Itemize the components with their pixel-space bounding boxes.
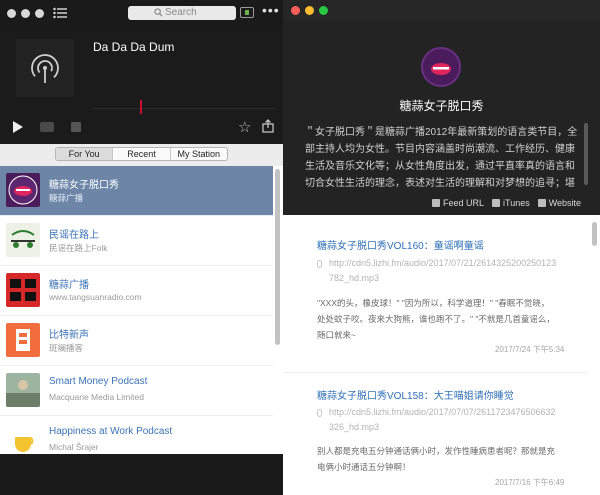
tab-for-you[interactable]: For You: [56, 148, 114, 160]
segmented-control: For You Recent My Station: [55, 147, 228, 161]
play-icon[interactable]: [12, 120, 24, 134]
detail-titlebar: [283, 0, 600, 20]
list-item-subtitle: www.tangsuanradio.com: [49, 292, 142, 302]
episode-date: 2017/7/16 下午6:49: [495, 478, 565, 487]
podcast-links: Feed URL iTunes Website: [432, 198, 581, 208]
minimize-window-button[interactable]: [21, 9, 30, 18]
list-scrollbar[interactable]: [275, 169, 280, 345]
search-icon: [154, 8, 163, 17]
podcast-list: 糖蒜女子脱口秀 糖蒜广播 民谣在路上 民谣在路上Folk 糖蒜广播 www.ta…: [0, 166, 283, 454]
smart-money-icon: [6, 373, 40, 407]
list-item-title: Happiness at Work Podcast: [49, 426, 173, 437]
episode-list: 糖蒜女子脱口秀VOL160：童谣啊童谣 http://cdn5.lizhi.fm…: [283, 215, 600, 495]
list-menu-icon[interactable]: [53, 7, 67, 19]
more-button[interactable]: •••: [262, 2, 280, 18]
happiness-icon: [6, 423, 40, 454]
website-icon: [537, 199, 546, 207]
close-window-button[interactable]: [7, 9, 16, 18]
search-placeholder: Search: [165, 7, 197, 18]
broadcast-icon: [31, 54, 59, 83]
cover-art: [16, 39, 74, 97]
player-titlebar: Search •••: [0, 0, 283, 26]
mouth-logo-icon: [431, 63, 451, 75]
share-icon[interactable]: [262, 119, 274, 133]
mouth-logo-icon: [6, 173, 40, 207]
episode-scrollbar[interactable]: [592, 222, 597, 246]
mini-player-button[interactable]: [240, 7, 254, 18]
list-item-subtitle: 斑斓播客: [49, 343, 84, 353]
folk-logo-icon: [6, 223, 40, 257]
itunes-icon: [492, 199, 501, 207]
list-item-title: 民谣在路上: [49, 230, 99, 241]
rss-icon: [432, 199, 440, 207]
list-item-subtitle: Macquarie Media Limited: [49, 392, 144, 402]
list-item[interactable]: 糖蒜广播 www.tangsuanradio.com: [0, 266, 273, 316]
website-label: Website: [548, 198, 582, 208]
list-item[interactable]: 比特新声 斑斓播客: [0, 316, 273, 366]
podcast-description: ＂女子脱口秀＂是糖蒜广播2012年最新策划的语言类节目，全部主持人均为女性。节目…: [305, 127, 578, 188]
feed-url-label: Feed URL: [443, 198, 485, 208]
tab-my-station[interactable]: My Station: [171, 148, 227, 160]
episode-title[interactable]: 糖蒜女子脱口秀VOL158：大王喵姐请你睡觉: [317, 387, 514, 402]
episode-divider: [283, 372, 588, 373]
zoom-window-button[interactable]: [35, 9, 44, 18]
website-link[interactable]: Website: [537, 198, 582, 208]
list-item[interactable]: 糖蒜女子脱口秀 糖蒜广播: [0, 166, 273, 216]
list-item-subtitle: Michal Šrajer: [49, 442, 99, 452]
screen-icon: [245, 10, 249, 15]
zoom-window-button[interactable]: [319, 6, 328, 15]
episode-summary: 别人都是充电五分钟通话俩小时，发作性睡病患者呢？那就是充电俩小时通话五分钟啊！: [317, 446, 556, 472]
list-item-subtitle: 糖蒜广播: [49, 193, 84, 203]
bitsound-logo-icon: [6, 323, 40, 357]
progress-waveform[interactable]: [93, 90, 275, 114]
speed-button[interactable]: [40, 122, 54, 132]
list-item-title: 糖蒜广播: [49, 280, 89, 291]
microphone-icon: [317, 260, 322, 268]
search-input[interactable]: Search: [128, 6, 236, 20]
tangsuan-logo-icon: [6, 273, 40, 307]
list-item-subtitle: 民谣在路上Folk: [49, 243, 108, 253]
itunes-label: iTunes: [503, 198, 530, 208]
list-item[interactable]: 民谣在路上 民谣在路上Folk: [0, 216, 273, 266]
episode-date: 2017/7/24 下午5:34: [495, 345, 565, 354]
desktop-background: [0, 454, 283, 495]
stop-button[interactable]: [71, 122, 81, 132]
episode-summary: "XXX的头，橡皮球！" "因为所以，科学道理！" "春眠不觉晓，处处蚊子咬。夜…: [317, 298, 555, 340]
list-item[interactable]: Smart Money Podcast Macquarie Media Limi…: [0, 366, 273, 416]
list-item-title: 比特新声: [49, 330, 89, 341]
list-item-title: 糖蒜女子脱口秀: [49, 180, 119, 191]
episode-url[interactable]: http://cdn5.lizhi.fm/audio/2017/07/21/26…: [329, 256, 559, 286]
episode-url[interactable]: http://cdn5.lizhi.fm/audio/2017/07/07/26…: [329, 405, 559, 435]
microphone-icon: [317, 409, 322, 417]
list-item-title: Smart Money Podcast: [49, 376, 148, 387]
podcast-logo: [421, 47, 461, 87]
itunes-link[interactable]: iTunes: [492, 198, 530, 208]
list-item[interactable]: Happiness at Work Podcast Michal Šrajer: [0, 416, 273, 454]
star-icon[interactable]: ☆: [238, 118, 251, 136]
description-scrollbar[interactable]: [584, 123, 588, 185]
now-playing-title: Da Da Da Dum: [93, 40, 175, 54]
podcast-title: 糖蒜女子脱口秀: [399, 99, 484, 113]
close-window-button[interactable]: [291, 6, 300, 15]
episode-title[interactable]: 糖蒜女子脱口秀VOL160：童谣啊童谣: [317, 237, 484, 252]
tab-recent[interactable]: Recent: [113, 148, 171, 160]
feed-url-link[interactable]: Feed URL: [432, 198, 484, 208]
minimize-window-button[interactable]: [305, 6, 314, 15]
